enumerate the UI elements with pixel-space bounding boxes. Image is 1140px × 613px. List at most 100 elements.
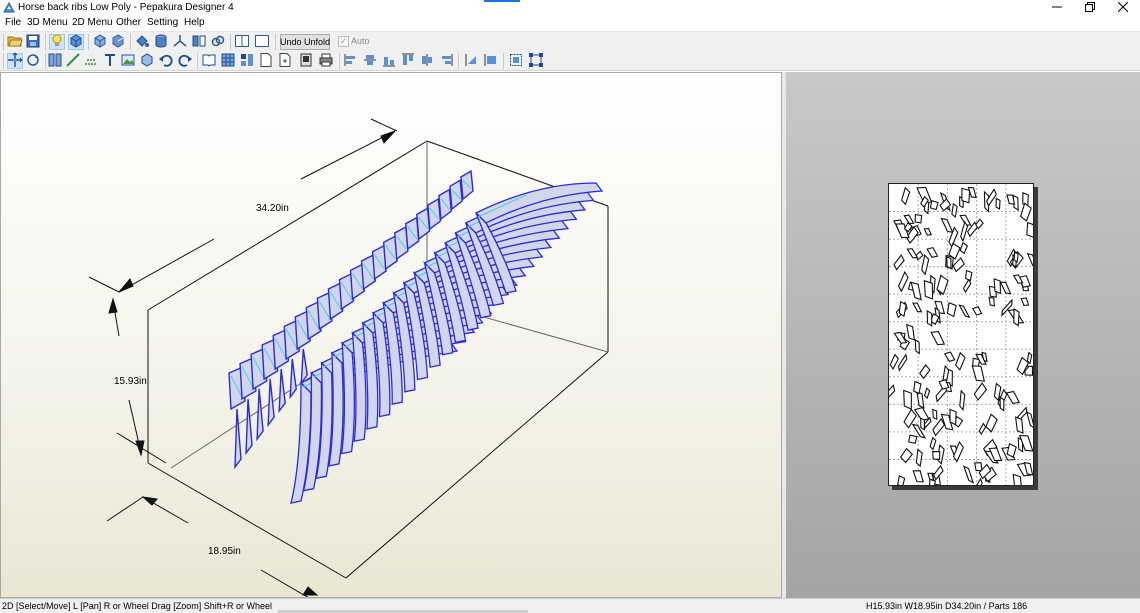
unfolded-part (932, 451, 941, 460)
toolbar-separator (197, 53, 198, 69)
join-button[interactable] (47, 53, 63, 69)
page-add-icon (277, 52, 293, 71)
light-button[interactable] (49, 34, 65, 50)
align-center-button[interactable] (362, 53, 378, 69)
menu-2d[interactable]: 2D Menu (72, 17, 113, 28)
undo-unfold-button[interactable]: Undo Unfold (280, 34, 330, 50)
view-cube-rotate-button[interactable] (110, 33, 126, 50)
unfolded-part (913, 380, 922, 395)
save-icon (25, 33, 41, 52)
page-add-button[interactable] (277, 52, 293, 71)
fold-button[interactable] (83, 53, 99, 69)
print-preview-icon (298, 52, 314, 71)
unfolded-part (978, 422, 987, 436)
minimize-button[interactable] (1040, 0, 1074, 16)
view-3d[interactable]: 34.20in 15.93in 18.95in (0, 72, 782, 598)
cylinder-button[interactable] (153, 34, 169, 50)
toolbar-grip (3, 53, 4, 69)
align-top-button[interactable] (400, 53, 416, 69)
align-right-button[interactable] (381, 53, 397, 69)
unfolded-part (929, 436, 937, 451)
restore-button[interactable] (1073, 0, 1107, 16)
cube-button[interactable] (139, 52, 155, 69)
image-icon (120, 52, 136, 71)
distribute-v-button[interactable] (483, 53, 499, 69)
toolbar-separator (275, 34, 276, 50)
layout-3d-2d-icon (234, 33, 250, 52)
print-layout-paper[interactable] (888, 183, 1034, 486)
text-button[interactable] (102, 53, 118, 69)
status-bar: 2D [Select/Move] L [Pan] R or Wheel Drag… (0, 598, 1140, 613)
toolbar-separator (503, 53, 504, 69)
select-move-button[interactable] (7, 52, 23, 69)
unfolded-part (971, 305, 983, 316)
align-middle-button[interactable] (419, 53, 435, 69)
axis-icon (172, 33, 188, 52)
save-button[interactable] (25, 34, 41, 50)
height-dimension-label: 15.93in (114, 376, 147, 387)
unfolded-part (926, 309, 933, 327)
toolbar-top: Undo Unfold ✓ Auto (0, 31, 1140, 51)
frame-select-button[interactable] (528, 52, 544, 71)
layout-3d-2d-button[interactable] (234, 34, 250, 50)
menu-setting[interactable]: Setting (147, 17, 178, 28)
unfolded-part (908, 434, 918, 444)
line-button[interactable] (65, 52, 81, 69)
axis-button[interactable] (172, 34, 188, 50)
unfolded-part (906, 323, 916, 341)
menu-other[interactable]: Other (116, 17, 141, 28)
close-button[interactable] (1106, 0, 1140, 16)
texture-button[interactable] (68, 33, 84, 50)
spine-rib-end (300, 348, 309, 386)
unfolded-part (903, 214, 915, 225)
unfolded-part (1012, 473, 1023, 485)
page-button[interactable] (258, 52, 274, 69)
toolbar-separator (458, 53, 459, 69)
rotate-button[interactable] (25, 53, 41, 69)
fold-icon (83, 52, 99, 71)
depth-dimension-label: 34.20in (256, 203, 289, 214)
unfolded-parts-layout[interactable] (889, 184, 1034, 486)
layout-single-icon (254, 33, 270, 52)
align-left-button[interactable] (343, 53, 359, 69)
unfolded-part (1025, 410, 1033, 430)
layout-single-button[interactable] (254, 34, 270, 50)
menu-3d[interactable]: 3D Menu (27, 17, 68, 28)
align-center-icon (362, 52, 378, 71)
paint-bucket-icon (134, 33, 150, 52)
image-button[interactable] (120, 53, 136, 69)
distribute-h-button[interactable] (464, 53, 480, 69)
grid-button[interactable] (220, 53, 236, 69)
layout-button[interactable] (239, 53, 255, 69)
undo-button[interactable] (158, 53, 174, 69)
layout-icon (239, 52, 255, 71)
print-button[interactable] (318, 53, 334, 69)
unfolded-part (1014, 416, 1024, 434)
open-button[interactable] (7, 34, 23, 50)
book-button[interactable] (201, 53, 217, 69)
close-icon (1117, 1, 1129, 15)
toolbar-separator (45, 34, 46, 50)
toolbar-separator (88, 34, 89, 50)
unfolded-part (921, 253, 930, 276)
unfolded-part (932, 408, 938, 421)
paint-button[interactable] (134, 34, 150, 50)
redo-button[interactable] (177, 53, 193, 69)
align-bottom-button[interactable] (438, 53, 454, 69)
unfolded-part (898, 300, 907, 318)
model-3d-canvas[interactable] (1, 73, 782, 598)
select-all-button[interactable] (508, 53, 524, 69)
link-button[interactable] (210, 34, 226, 50)
split-view-button[interactable] (191, 34, 207, 50)
view-cube-button[interactable] (92, 33, 108, 50)
menu-help[interactable]: Help (184, 17, 205, 28)
print-preview-button[interactable] (298, 53, 314, 69)
frame-select-icon (528, 52, 544, 71)
auto-checkbox[interactable]: ✓ (338, 36, 349, 47)
spine-rib-end (256, 388, 264, 442)
menu-file[interactable]: File (5, 17, 21, 28)
align-top-icon (400, 52, 416, 71)
book-icon (201, 52, 217, 71)
spine-rib-end (278, 368, 286, 414)
window-title: Horse back ribs Low Poly - Pepakura Desi… (18, 2, 234, 13)
